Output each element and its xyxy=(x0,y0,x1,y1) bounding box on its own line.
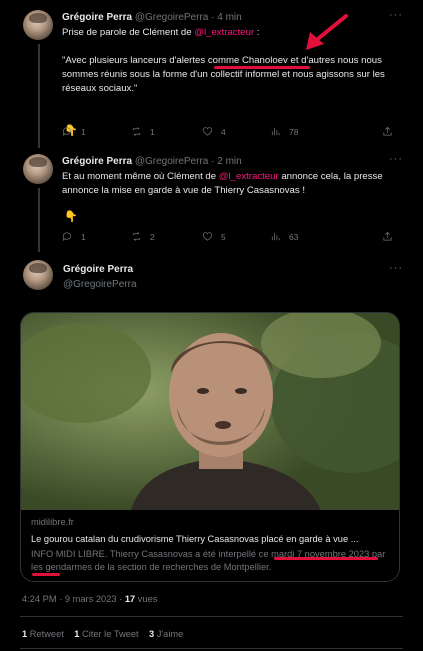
author-handle[interactable]: @GregoirePerra xyxy=(63,279,137,290)
views-button[interactable]: 78 xyxy=(270,126,298,137)
card-photo xyxy=(21,313,399,510)
like-count: 4 xyxy=(221,126,226,137)
tweet-header: Grégoire Perra @GregoirePerra · 4 min xyxy=(62,12,242,23)
share-button[interactable] xyxy=(382,231,393,242)
quotes-label: Citer le Tweet xyxy=(79,629,139,639)
like-count: 5 xyxy=(221,231,226,242)
annotation-underline xyxy=(32,573,60,576)
avatar[interactable] xyxy=(23,260,53,290)
reply-count: 1 xyxy=(81,126,86,137)
reply-button[interactable]: 1 xyxy=(62,126,86,137)
views-label: vues xyxy=(135,594,158,604)
reply-icon xyxy=(62,127,72,137)
tweet-text-part: : xyxy=(254,27,260,38)
pointing-down-emoji: 👇 xyxy=(64,211,78,223)
divider xyxy=(20,616,403,617)
retweets-stat[interactable]: 1 Retweet xyxy=(22,629,64,639)
tweet-text-part: Prise de parole de Clément de xyxy=(62,27,195,38)
more-options-icon[interactable]: ··· xyxy=(389,262,403,274)
retweet-button[interactable]: 2 xyxy=(131,231,155,242)
tweet-header: Grégoire Perra @GregoirePerra · 2 min xyxy=(62,156,242,167)
mention-link[interactable]: @l_extracteur xyxy=(219,171,279,182)
avatar[interactable] xyxy=(23,10,53,40)
reply-button[interactable]: 1 xyxy=(62,231,86,242)
tweet-stats: 1 Retweet 1 Citer le Tweet 3 J'aime xyxy=(22,629,183,639)
tweet-text-part: Et au moment même où Clément de xyxy=(62,171,219,182)
annotation-underline xyxy=(214,66,310,69)
card-description: INFO MIDI LIBRE. Thierry Casasnovas a ét… xyxy=(31,549,386,572)
views-button[interactable]: 63 xyxy=(270,231,298,242)
tweet-time[interactable]: 2 min xyxy=(217,156,241,167)
separator: · xyxy=(211,156,215,167)
retweets-label: Retweet xyxy=(27,629,64,639)
card-body: midilibre.fr Le gourou catalan du crudiv… xyxy=(31,516,397,574)
retweet-icon xyxy=(132,127,141,136)
more-options-icon[interactable]: ··· xyxy=(389,9,403,21)
author-name[interactable]: Grégoire Perra xyxy=(62,156,132,167)
heart-icon xyxy=(202,127,213,136)
card-title: Le gourou catalan du crudivorisme Thierr… xyxy=(31,534,359,544)
author-name[interactable]: Grégoire Perra xyxy=(62,12,132,23)
link-card[interactable]: midilibre.fr Le gourou catalan du crudiv… xyxy=(20,312,400,582)
reply-count: 1 xyxy=(81,231,86,242)
thread-line xyxy=(38,188,40,252)
share-button[interactable] xyxy=(382,126,393,137)
heart-icon xyxy=(202,232,213,241)
retweet-count: 1 xyxy=(150,126,155,137)
retweet-button[interactable]: 1 xyxy=(131,126,155,137)
divider xyxy=(20,648,403,649)
author-handle[interactable]: @GregoirePerra xyxy=(135,156,209,167)
views-count: 17 xyxy=(124,594,136,604)
tweet-timestamp[interactable]: 4:24 PM · 9 mars 2023 · 17 vues xyxy=(22,594,157,604)
tweet-text: Et au moment même où Clément de @l_extra… xyxy=(62,170,392,198)
share-icon xyxy=(383,126,392,136)
more-options-icon[interactable]: ··· xyxy=(389,153,403,165)
timestamp-text: 4:24 PM · 9 mars 2023 · xyxy=(22,594,125,604)
views-count: 63 xyxy=(289,231,299,242)
likes-label: J'aime xyxy=(154,629,184,639)
retweet-icon xyxy=(132,232,141,241)
annotation-arrow-icon xyxy=(306,14,348,50)
bar-chart-icon xyxy=(271,127,280,136)
retweet-count: 2 xyxy=(150,231,155,242)
card-image xyxy=(21,313,399,510)
views-count: 78 xyxy=(289,126,299,137)
card-domain: midilibre.fr xyxy=(31,517,74,527)
like-button[interactable]: 5 xyxy=(202,231,226,242)
author-handle[interactable]: @GregoirePerra xyxy=(135,12,209,23)
mention-link[interactable]: @l_extracteur xyxy=(194,27,254,38)
tweet-actions: 1 2 5 63 xyxy=(62,231,402,247)
quotes-stat[interactable]: 1 Citer le Tweet xyxy=(74,629,138,639)
reply-icon xyxy=(62,232,72,242)
thread-line xyxy=(38,44,40,148)
tweet-actions: 1 1 4 78 xyxy=(62,126,402,142)
tweet-time[interactable]: 4 min xyxy=(217,12,241,23)
tweet-quote: "Avec plusieurs lanceurs d'alertes comme… xyxy=(62,55,385,95)
share-icon xyxy=(383,231,392,241)
avatar[interactable] xyxy=(23,154,53,184)
like-button[interactable]: 4 xyxy=(202,126,226,137)
tweet-header: Grégoire Perra @GregoirePerra xyxy=(63,264,137,290)
likes-stat[interactable]: 3 J'aime xyxy=(149,629,183,639)
bar-chart-icon xyxy=(271,232,280,241)
separator: · xyxy=(211,12,215,23)
author-name[interactable]: Grégoire Perra xyxy=(63,264,137,275)
annotation-underline xyxy=(274,557,378,560)
